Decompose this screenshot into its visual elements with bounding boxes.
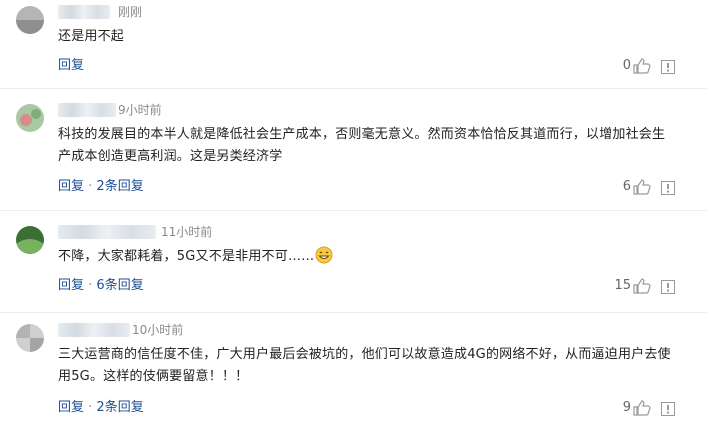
report-icon[interactable] — [661, 181, 675, 195]
comment-text: 还是用不起 — [58, 29, 125, 44]
comment-item: 11小时前 不降，大家都耗着，5G又不是非用不可…… 回复 · 6条回复 15 — [0, 220, 707, 312]
reply-button[interactable]: 回复 — [58, 400, 84, 415]
thumbs-up-icon[interactable] — [633, 179, 651, 195]
comment-actions: 回复 · 2条回复 — [58, 400, 144, 416]
reply-button[interactable]: 回复 — [58, 179, 84, 194]
divider — [0, 88, 707, 89]
like-count: 0 — [622, 58, 631, 73]
username-blurred[interactable] — [58, 225, 156, 239]
report-icon[interactable] — [661, 60, 675, 74]
comment-text: 科技的发展目的本半人就是降低社会生产成本，否则毫无意义。然而资本恰恰反其道而行，… — [58, 127, 666, 164]
separator: · — [84, 179, 97, 194]
avatar[interactable] — [16, 6, 44, 34]
replies-link[interactable]: 2条回复 — [96, 179, 143, 194]
avatar[interactable] — [16, 104, 44, 132]
separator: · — [84, 400, 97, 415]
username-blurred[interactable] — [58, 323, 130, 337]
comment-actions: 回复 · 2条回复 — [58, 179, 144, 195]
comment-item: 10小时前 三大运营商的信任度不佳，广大用户最后会被坑的，他们可以故意造成4G的… — [0, 318, 707, 430]
like-button[interactable]: 6 — [623, 179, 651, 195]
divider — [0, 210, 707, 211]
comment-time: 9小时前 — [118, 103, 162, 117]
report-icon[interactable] — [661, 280, 675, 294]
thumbs-up-icon[interactable] — [633, 278, 651, 294]
like-count: 15 — [614, 278, 631, 293]
comment-text: 三大运营商的信任度不佳，广大用户最后会被坑的，他们可以故意造成4G的网络不好，从… — [58, 347, 671, 384]
thumbs-up-icon[interactable] — [633, 400, 651, 416]
like-count: 6 — [622, 179, 631, 194]
comment-time: 刚刚 — [118, 5, 143, 19]
like-button[interactable]: 0 — [623, 58, 651, 74]
report-icon[interactable] — [661, 402, 675, 416]
reply-button[interactable]: 回复 — [58, 278, 84, 293]
username-blurred[interactable] — [58, 5, 110, 19]
like-button[interactable]: 15 — [614, 278, 651, 294]
thumbs-up-icon[interactable] — [633, 58, 651, 74]
separator: · — [84, 278, 97, 293]
comment-text-body: 不降，大家都耗着，5G又不是非用不可…… — [58, 249, 315, 264]
like-count: 9 — [622, 400, 631, 415]
comment-item: 刚刚 还是用不起 回复 0 — [0, 0, 707, 88]
comment-time: 11小时前 — [161, 225, 213, 239]
like-button[interactable]: 9 — [623, 400, 651, 416]
comment-actions: 回复 · 6条回复 — [58, 278, 144, 294]
divider — [0, 312, 707, 313]
reply-button[interactable]: 回复 — [58, 58, 84, 73]
comment-actions: 回复 — [58, 58, 84, 74]
comment-time: 10小时前 — [132, 323, 184, 337]
replies-link[interactable]: 2条回复 — [96, 400, 143, 415]
avatar[interactable] — [16, 324, 44, 352]
comment-item: 9小时前 科技的发展目的本半人就是降低社会生产成本，否则毫无意义。然而资本恰恰反… — [0, 98, 707, 210]
grinning-emoji-icon — [315, 246, 333, 264]
avatar[interactable] — [16, 226, 44, 254]
comment-text: 不降，大家都耗着，5G又不是非用不可…… — [58, 246, 678, 268]
replies-link[interactable]: 6条回复 — [96, 278, 143, 293]
username-blurred[interactable] — [58, 103, 116, 117]
